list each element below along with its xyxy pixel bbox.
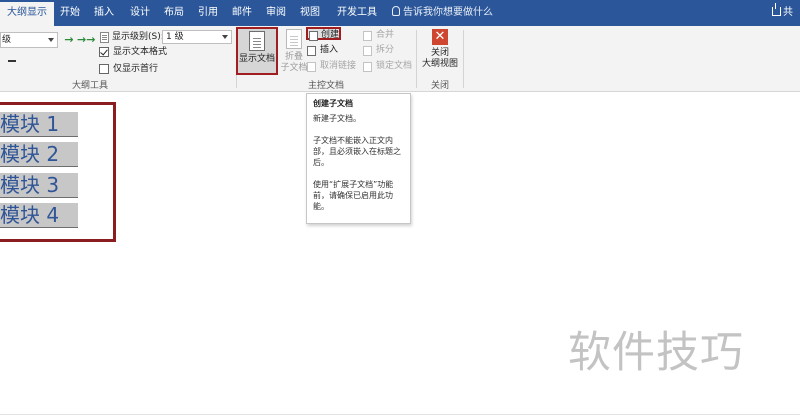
create-subdocument-tooltip: 创建子文档 新建子文档。 子文档不能嵌入正文内部，且必须嵌入在标题之后。 使用“… [306,93,411,224]
tell-me-text: 告诉我你想要做什么 [403,7,493,18]
close-group-label: 关闭 [430,81,449,91]
tell-me-search[interactable]: 告诉我你想要做什么 [392,0,493,26]
show-level-select[interactable]: 1 级 [162,30,232,44]
collapse-subdocuments-icon [286,29,302,49]
unlink-icon [307,62,316,72]
merge-label: 合并 [376,30,395,40]
split-subdocument-button[interactable]: 拆分 [362,44,394,57]
split-label: 拆分 [376,45,395,55]
tab-outline[interactable]: 大纲显示 [0,2,54,26]
unlink-label: 取消链接 [320,61,357,71]
group-separator [416,30,417,88]
master-document-group-label: 主控文档 [307,81,344,91]
tab-view[interactable]: 视图 [296,0,324,26]
ribbon-tab-bar: 大纲显示 开始 插入 设计 布局 引用 邮件 审阅 视图 开发工具 告诉我你想要… [0,0,800,26]
share-icon [772,3,781,16]
close-icon: ✕ [432,29,448,45]
create-subdocument-button[interactable]: 创建 [306,27,342,41]
tab-design[interactable]: 设计 [126,0,154,26]
tab-mailings[interactable]: 邮件 [228,0,256,26]
lightbulb-icon [392,6,400,16]
tooltip-line-1: 新建子文档。 [313,114,361,123]
show-level-icon [100,32,109,43]
outline-heading-4[interactable]: 模块 4 [0,203,78,228]
collapse-label-1: 折叠 [284,52,303,62]
create-icon [309,31,318,41]
insert-icon [307,46,316,56]
merge-subdocument-button[interactable]: 合并 [362,29,394,42]
outline-tools-group-label: 大纲工具 [71,81,108,91]
collapse-minus-icon[interactable] [8,60,16,62]
tooltip-title: 创建子文档 [313,99,353,108]
collapse-label-2: 子文档 [280,63,308,73]
outline-heading-2[interactable]: 模块 2 [0,142,78,167]
tooltip-line-3: 使用“扩展子文档”功能前，请确保已启用此功能。 [313,180,394,211]
show-document-icon [249,31,265,51]
show-level-label: 显示级别(S): [112,32,164,42]
lock-document-button[interactable]: 锁定文档 [362,60,412,73]
show-document-button[interactable]: 显示文档 [236,27,278,75]
show-level-value: 1 级 [166,32,184,42]
outline-level-select[interactable]: 级 [0,32,58,48]
merge-icon [363,31,372,41]
close-label-2: 大纲视图 [421,59,458,69]
insert-label: 插入 [320,45,339,55]
demote-to-body-button[interactable]: →→ [77,34,95,46]
lock-label: 锁定文档 [376,61,413,71]
chevron-down-icon [48,38,54,42]
tooltip-line-2: 子文档不能嵌入正文内部，且必须嵌入在标题之后。 [313,136,401,167]
tab-review[interactable]: 审阅 [262,0,290,26]
share-button[interactable]: 共 [772,0,793,26]
collapse-subdocuments-button[interactable]: 折叠 子文档 [280,29,308,74]
chevron-down-icon [222,35,228,39]
show-text-format-label: 显示文本格式 [113,47,168,57]
watermark: 软件技巧 [568,328,744,378]
tab-layout[interactable]: 布局 [160,0,188,26]
show-document-label: 显示文档 [238,54,275,64]
group-separator [463,30,464,88]
unlink-subdocument-button[interactable]: 取消链接 [306,60,356,73]
tab-insert[interactable]: 插入 [90,0,118,26]
tab-references[interactable]: 引用 [194,0,222,26]
outline-level-value: 级 [2,35,12,45]
tab-home[interactable]: 开始 [56,0,84,26]
demote-button[interactable]: → [62,34,76,46]
lock-icon [363,62,372,72]
split-icon [363,46,372,56]
show-text-format-checkbox[interactable] [99,47,109,57]
page-bottom-divider [0,414,800,415]
close-outline-view-button[interactable]: ✕ 关闭 大纲视图 [420,29,460,70]
close-label-1: 关闭 [430,48,449,58]
outline-heading-1[interactable]: 模块 1 [0,112,78,137]
show-first-line-label: 仅显示首行 [113,64,159,74]
share-label: 共 [783,7,793,18]
tab-developer[interactable]: 开发工具 [334,0,380,26]
outline-heading-3[interactable]: 模块 3 [0,173,78,198]
insert-subdocument-button[interactable]: 插入 [306,44,338,57]
create-label: 创建 [321,30,340,40]
show-first-line-checkbox[interactable] [99,64,109,74]
